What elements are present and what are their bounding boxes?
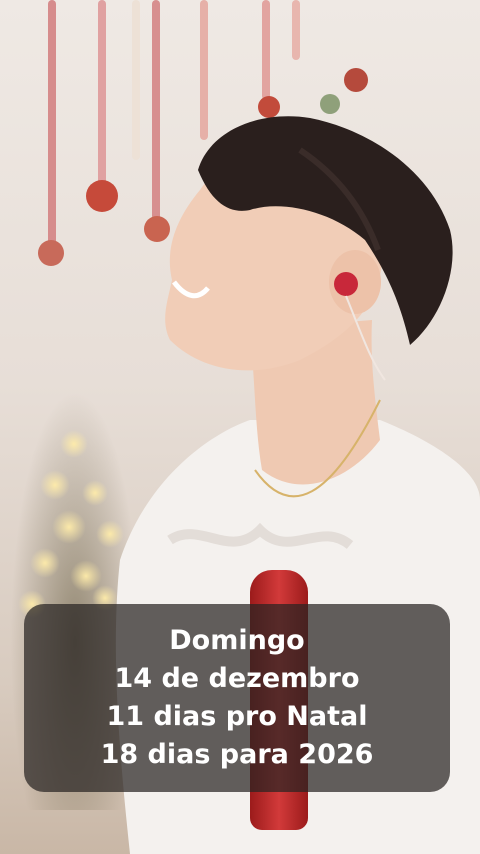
- caption-line-newyear-countdown: 18 dias para 2026: [100, 739, 374, 770]
- caption-line-date: 14 de dezembro: [114, 663, 360, 694]
- caption-line-christmas-countdown: 11 dias pro Natal: [106, 701, 368, 732]
- caption-line-day: Domingo: [169, 625, 305, 656]
- video-frame: Domingo 14 de dezembro 11 dias pro Natal…: [0, 0, 480, 854]
- earphone: [334, 272, 358, 296]
- caption-box: Domingo 14 de dezembro 11 dias pro Natal…: [24, 604, 450, 792]
